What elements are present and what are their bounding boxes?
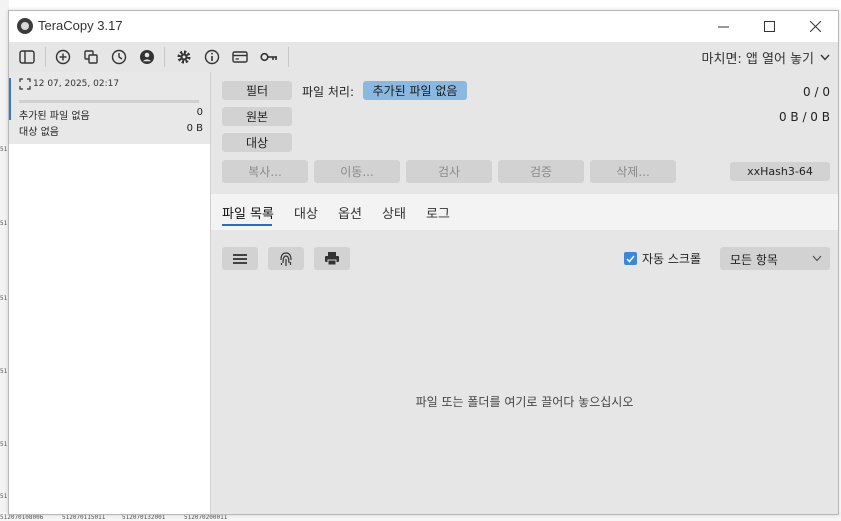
- license-button[interactable]: [231, 48, 249, 66]
- auto-scroll-checkbox[interactable]: [624, 252, 637, 265]
- toolbar: 마치면: 앱 열어 놓기: [9, 42, 838, 72]
- background-text: 51: [0, 493, 8, 500]
- maximize-icon: [763, 21, 775, 32]
- minimize-button[interactable]: [700, 11, 746, 42]
- add-files-button[interactable]: [54, 48, 72, 66]
- delete-action-button[interactable]: 삭제...: [590, 160, 676, 183]
- background-text: 51: [0, 295, 8, 302]
- background-text: 512070200011: [184, 514, 228, 521]
- sidebar-toggle-button[interactable]: [18, 48, 36, 66]
- tab-file-list[interactable]: 파일 목록: [222, 203, 274, 222]
- maximize-button[interactable]: [746, 11, 792, 42]
- verify-action-button[interactable]: 검증: [498, 160, 584, 183]
- job-files-count: 0: [196, 107, 203, 118]
- checkmark-icon: [626, 255, 635, 263]
- when-done-label: 마치면: 앱 열어 놓기: [701, 52, 814, 67]
- info-button[interactable]: [203, 48, 221, 66]
- when-done-dropdown[interactable]: 마치면: 앱 열어 놓기: [702, 48, 830, 67]
- profile-icon: [140, 50, 154, 64]
- tab-options[interactable]: 옵션: [338, 203, 362, 222]
- job-target-row: 대상 없음 0 B: [19, 123, 203, 138]
- active-tab-indicator: [222, 224, 272, 226]
- auto-scroll-label: 자동 스크롤: [642, 252, 702, 266]
- move-action-button[interactable]: 이동...: [314, 160, 400, 183]
- job-target-label: 대상 없음: [19, 127, 59, 138]
- history-icon: [111, 49, 127, 65]
- background-text: 512070108006: [0, 514, 44, 521]
- profile-button[interactable]: [138, 48, 156, 66]
- selection-marker: [9, 78, 11, 120]
- tab-log[interactable]: 로그: [426, 203, 450, 222]
- chevron-down-icon: [820, 54, 830, 61]
- processing-label: 파일 처리:: [302, 85, 355, 99]
- print-button[interactable]: [314, 247, 350, 270]
- copy-action-button[interactable]: 복사...: [222, 160, 308, 183]
- teracopy-logo-icon: [17, 18, 33, 34]
- job-datetime: 12 07, 2025, 02:17: [33, 79, 120, 89]
- printer-icon: [325, 252, 339, 265]
- job-progress-bar: [19, 100, 199, 103]
- settings-icon: [177, 50, 191, 64]
- register-key-button[interactable]: [260, 48, 278, 66]
- minimize-icon: [717, 26, 729, 28]
- teracopy-window: TeraCopy 3.17 마치면: 앱 열어 놓기 12 07, 2025, …: [8, 10, 839, 515]
- background-text: 51: [0, 368, 8, 375]
- background-text: 512070115011: [62, 514, 106, 521]
- fingerprint-icon: [280, 251, 292, 266]
- target-button[interactable]: 대상: [222, 133, 292, 152]
- copy-button[interactable]: [82, 48, 100, 66]
- title-bar[interactable]: TeraCopy 3.17: [9, 11, 838, 42]
- file-filter-value: 모든 항목: [730, 253, 778, 267]
- history-button[interactable]: [110, 48, 128, 66]
- background-text: 51: [0, 220, 8, 227]
- job-target-size: 0 B: [186, 123, 203, 134]
- hash-verify-button[interactable]: [268, 247, 304, 270]
- close-icon: [809, 21, 821, 32]
- add-icon: [55, 49, 71, 65]
- list-menu-button[interactable]: [222, 247, 258, 270]
- background-text: 512070132001: [122, 514, 166, 521]
- file-count: 0 / 0: [803, 85, 830, 99]
- background-text: 51: [0, 441, 8, 448]
- key-icon: [260, 52, 277, 62]
- hash-algorithm-button[interactable]: xxHash3-64: [730, 162, 830, 181]
- job-item[interactable]: 12 07, 2025, 02:17 추가된 파일 없음 0 대상 없음 0 B: [9, 72, 210, 144]
- tab-status[interactable]: 상태: [382, 203, 406, 222]
- processing-status-badge: 추가된 파일 없음: [363, 81, 467, 100]
- info-icon: [204, 49, 220, 65]
- toolbar-separator: [288, 47, 289, 67]
- main-panel: 필터 원본 대상 파일 처리: 추가된 파일 없음 0 / 0 0 B / 0 …: [211, 72, 838, 514]
- sidebar-icon: [19, 50, 35, 64]
- chevron-down-icon: [812, 255, 822, 262]
- size-progress: 0 B / 0 B: [778, 110, 830, 124]
- expand-icon: [19, 78, 31, 90]
- job-list-panel: 12 07, 2025, 02:17 추가된 파일 없음 0 대상 없음 0 B: [9, 72, 211, 514]
- job-files-row: 추가된 파일 없음 0: [19, 107, 203, 122]
- settings-button[interactable]: [175, 48, 193, 66]
- tab-bar: 파일 목록 대상 옵션 상태 로그: [211, 194, 838, 230]
- toolbar-separator: [164, 47, 165, 67]
- close-button[interactable]: [792, 11, 838, 42]
- copy-icon: [84, 50, 98, 64]
- test-action-button[interactable]: 검사: [406, 160, 492, 183]
- source-button[interactable]: 원본: [222, 107, 292, 126]
- background-text: 51: [0, 146, 8, 153]
- drop-zone-message: 파일 또는 폴더를 여기로 끌어다 놓으십시오: [415, 395, 634, 409]
- menu-icon: [233, 253, 247, 264]
- window-title: TeraCopy 3.17: [38, 18, 123, 33]
- card-icon: [232, 51, 248, 63]
- job-files-label: 추가된 파일 없음: [19, 111, 90, 122]
- toolbar-separator: [45, 47, 46, 67]
- tab-target[interactable]: 대상: [294, 203, 318, 222]
- filter-button[interactable]: 필터: [222, 81, 292, 100]
- file-filter-select[interactable]: 모든 항목: [720, 247, 830, 270]
